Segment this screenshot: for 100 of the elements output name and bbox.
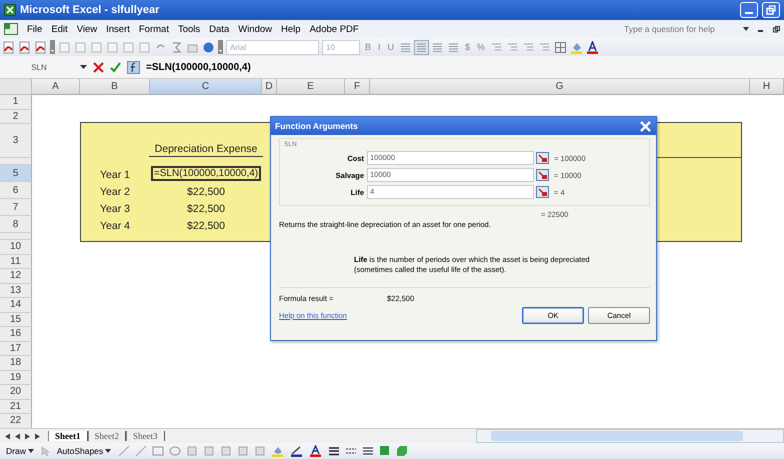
pointer-icon[interactable] (40, 446, 50, 456)
menu-item[interactable]: Adobe PDF (310, 24, 359, 34)
draw-menu[interactable]: Draw (4, 446, 36, 456)
align-icon[interactable] (431, 40, 444, 54)
cancel-icon[interactable] (93, 62, 104, 72)
align-icon[interactable] (447, 40, 460, 54)
row-header[interactable]: 6 (0, 182, 32, 199)
autoshapes-menu[interactable]: AutoShapes (54, 446, 114, 456)
minimize-button[interactable] (740, 2, 758, 18)
column-header[interactable]: C (150, 79, 262, 95)
toolbar-handle-icon[interactable] (50, 40, 55, 54)
font-color-icon[interactable] (309, 445, 324, 457)
table-cell: Depreciation Expense (148, 143, 264, 157)
table-cell: $22,500 (187, 186, 225, 198)
pdf-icon[interactable] (34, 40, 47, 54)
row-header[interactable]: 8 (0, 216, 32, 233)
menu-item[interactable]: Format (138, 24, 169, 34)
indent-icon[interactable] (522, 40, 536, 54)
row-header[interactable] (0, 158, 32, 165)
menu-item[interactable]: Insert (106, 24, 130, 34)
row-header[interactable]: 2 (0, 110, 32, 124)
row-header[interactable]: 7 (0, 199, 32, 216)
table-cell: Year 4 (100, 220, 130, 232)
table-cell: Year 3 (100, 203, 130, 215)
row-header[interactable]: 12 (0, 269, 32, 284)
restore-icon (766, 5, 776, 15)
restore-icon[interactable] (773, 26, 780, 32)
align-icon[interactable] (415, 40, 428, 54)
row-header[interactable]: 14 (0, 298, 32, 312)
indent-icon[interactable] (506, 40, 520, 54)
row-header[interactable]: 5 (0, 165, 32, 182)
row-header[interactable]: 11 (0, 254, 32, 269)
fill-color-icon[interactable] (271, 445, 286, 457)
oval-icon[interactable] (169, 445, 182, 457)
row-header[interactable]: 19 (0, 370, 32, 385)
collapse-dialog-icon[interactable] (536, 186, 549, 198)
spreadsheet-icon (4, 4, 16, 16)
restore-button[interactable] (762, 2, 780, 18)
row-header[interactable]: 13 (0, 284, 32, 298)
menu-item[interactable]: View (76, 24, 98, 34)
collapse-dialog-icon[interactable] (536, 169, 549, 181)
table-cell: $22,500 (187, 203, 225, 215)
column-header[interactable]: F (345, 79, 370, 95)
menu-item[interactable]: Edit (51, 24, 68, 34)
column-header[interactable]: D (262, 79, 277, 95)
insert-function-icon[interactable] (127, 60, 140, 74)
dialog-title: Function Arguments (275, 121, 359, 131)
menu-item[interactable]: File (27, 24, 42, 34)
line-style-icon[interactable] (328, 445, 340, 457)
row-header[interactable]: 1 (0, 95, 32, 110)
menu-item[interactable]: Data (209, 24, 230, 34)
row-header[interactable]: 18 (0, 356, 32, 370)
column-header[interactable]: A (32, 79, 80, 95)
column-header[interactable]: B (80, 79, 150, 95)
sheet-tab[interactable]: Sheet3 (126, 431, 164, 441)
collapse-dialog-icon[interactable] (536, 152, 549, 164)
sheet-tab[interactable]: Sheet1 (48, 431, 88, 441)
row-header[interactable]: 22 (0, 414, 32, 428)
borders-icon[interactable] (554, 40, 568, 54)
minimize-icon (745, 12, 753, 14)
arrow-style-icon[interactable] (362, 445, 374, 457)
sheet-tab[interactable]: Sheet2 (88, 431, 126, 441)
row-header[interactable] (0, 233, 32, 240)
name-box[interactable]: SLN (4, 62, 74, 72)
row-header[interactable]: 3 (0, 124, 32, 158)
rectangle-icon[interactable] (152, 445, 164, 457)
table-cell: $22,500 (187, 220, 225, 232)
help-search-field[interactable]: Type a question for help (624, 24, 734, 34)
row-header[interactable]: 17 (0, 342, 32, 356)
line-color-icon[interactable] (290, 445, 304, 457)
horizontal-scrollbar[interactable] (476, 429, 784, 443)
row-header[interactable]: 21 (0, 400, 32, 414)
caret-icon[interactable] (80, 64, 87, 70)
menu-item[interactable]: Help (281, 24, 301, 34)
pdf-icon[interactable] (2, 40, 15, 54)
sum-icon[interactable] (170, 40, 183, 54)
indent-icon[interactable] (538, 40, 552, 54)
row-header[interactable]: 15 (0, 312, 32, 327)
select-all-button[interactable] (0, 79, 32, 95)
indent-icon[interactable] (490, 40, 504, 54)
workbook-icon[interactable] (4, 23, 18, 35)
column-header[interactable]: G (370, 79, 750, 95)
line-icon[interactable] (118, 445, 130, 457)
menu-item[interactable]: Tools (178, 24, 200, 34)
align-icon[interactable] (399, 40, 412, 54)
formula-text[interactable]: =SLN(100000,10000,4) (146, 62, 251, 72)
menu-item[interactable]: Window (238, 24, 272, 34)
row-header[interactable]: 10 (0, 240, 32, 254)
column-header[interactable]: H (750, 79, 784, 95)
row-header[interactable]: 20 (0, 385, 32, 400)
font-color-icon[interactable] (586, 40, 600, 54)
caret-icon[interactable] (743, 26, 749, 32)
fill-color-icon[interactable] (570, 40, 584, 54)
row-header[interactable]: 16 (0, 327, 32, 342)
close-button[interactable] (637, 118, 653, 134)
checkmark-icon[interactable] (110, 62, 121, 72)
column-header[interactable]: E (277, 79, 345, 95)
pdf-icon[interactable] (18, 40, 31, 54)
toolbar-handle-icon[interactable] (218, 40, 223, 54)
caret-icon (105, 449, 112, 453)
